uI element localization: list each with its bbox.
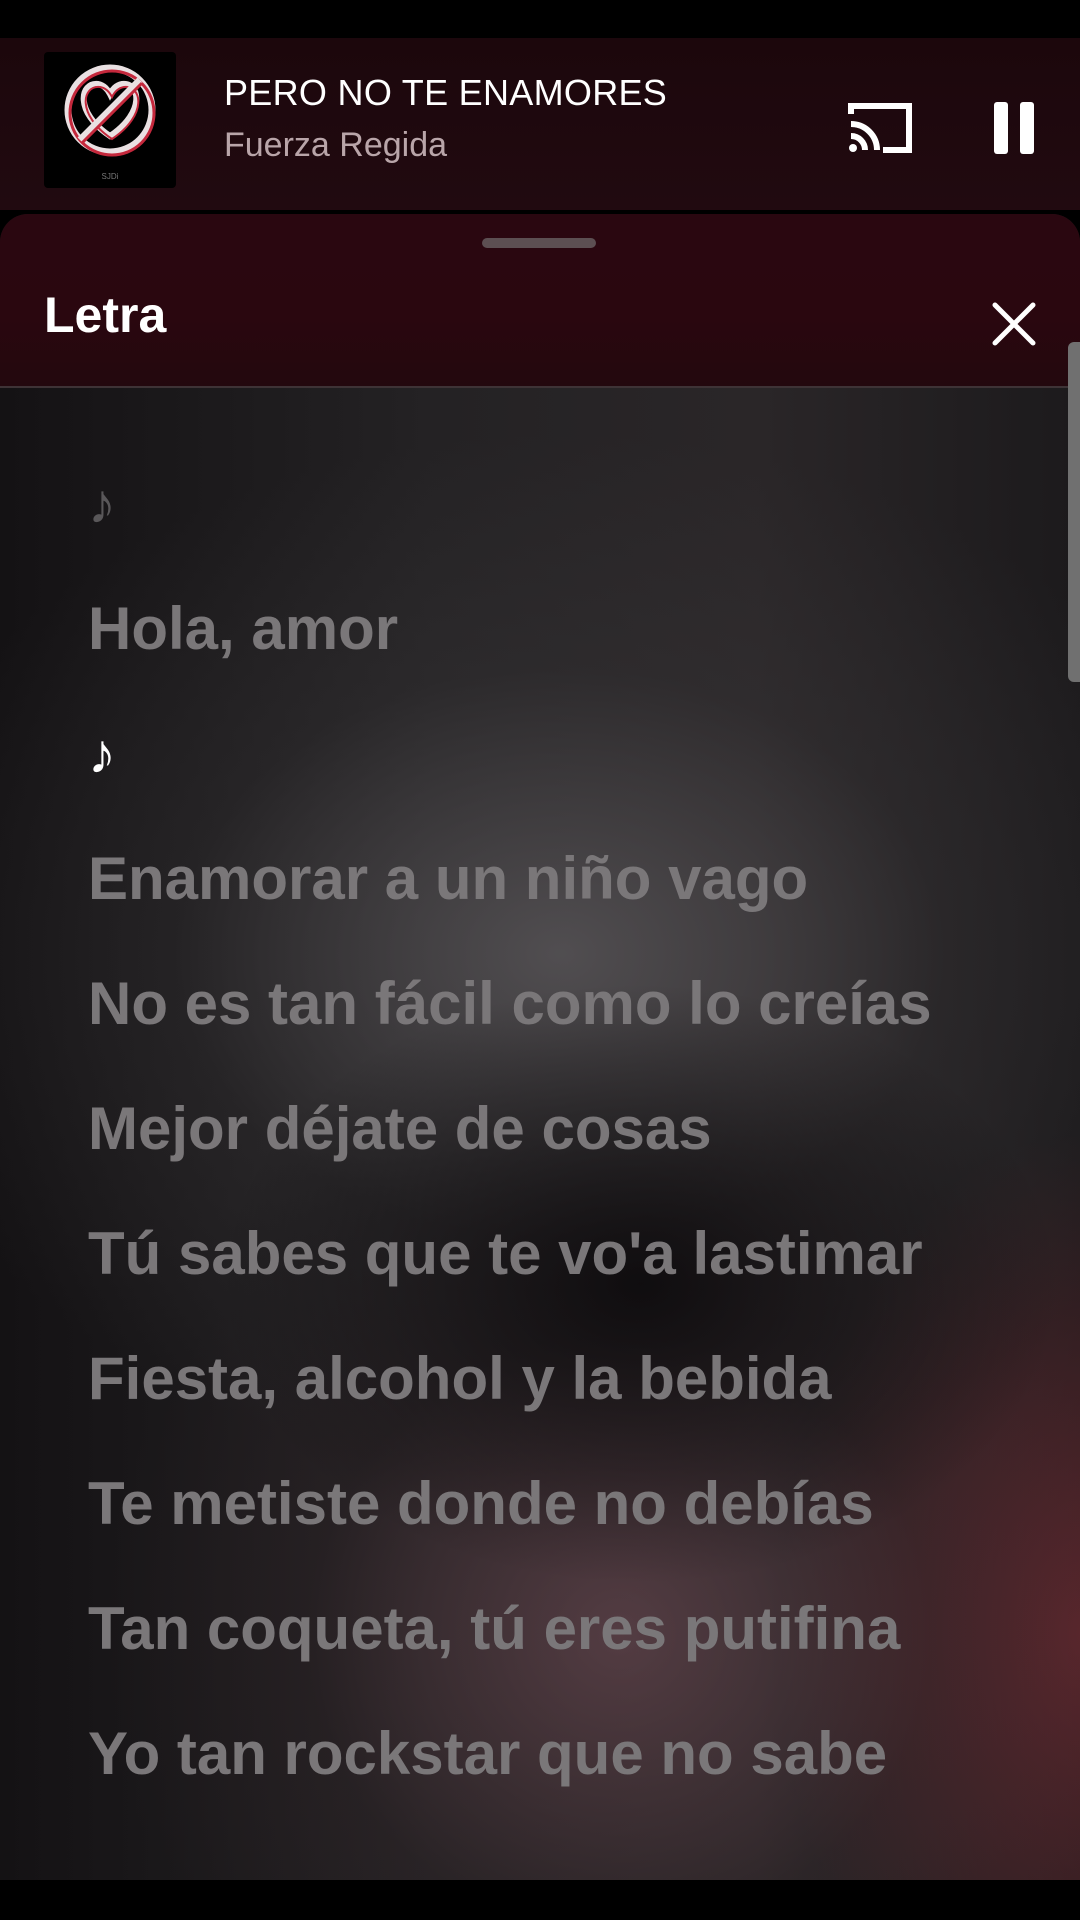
status-bar-area	[0, 0, 1080, 38]
lyrics-list[interactable]: ♪ Hola, amor ♪ Enamorar a un niño vago N…	[88, 464, 988, 1839]
pause-button[interactable]	[974, 88, 1054, 168]
lyric-line[interactable]: Tú sabes que te vo'a lastimar	[88, 1214, 988, 1294]
lyrics-sheet[interactable]: Letra ♪ Hola, amor ♪ Enamorar a un niño …	[0, 214, 1080, 1880]
lyric-line[interactable]: Tan coqueta, tú eres putifina	[88, 1589, 988, 1669]
lyric-line[interactable]: No es tan fácil como lo creías	[88, 964, 988, 1044]
lyric-line[interactable]: Te metiste donde no debías	[88, 1464, 988, 1544]
lyric-line[interactable]: Enamorar a un niño vago	[88, 839, 988, 919]
cast-button[interactable]	[840, 88, 920, 168]
lyric-line[interactable]: Yo tan rockstar que no sabe	[88, 1714, 988, 1794]
navigation-bar-area	[0, 1880, 1080, 1920]
pause-icon	[994, 102, 1034, 154]
lyrics-title: Letra	[44, 287, 167, 343]
close-button[interactable]	[982, 292, 1046, 356]
lyric-line[interactable]: Hola, amor	[88, 589, 988, 669]
lyric-line[interactable]: Mejor déjate de cosas	[88, 1089, 988, 1169]
lyrics-scrollbar[interactable]	[1068, 342, 1080, 682]
album-art-text: SJDi	[101, 172, 119, 181]
mini-player[interactable]: SJDi PERO NO TE ENAMORES Fuerza Regida	[0, 38, 1080, 210]
album-art[interactable]: SJDi	[44, 52, 176, 188]
track-title[interactable]: PERO NO TE ENAMORES	[224, 72, 667, 114]
lyric-line-current[interactable]: ♪	[88, 714, 988, 794]
lyrics-sheet-header: Letra	[0, 214, 1080, 388]
drag-handle[interactable]	[482, 238, 596, 248]
lyric-line[interactable]: Fiesta, alcohol y la bebida	[88, 1339, 988, 1419]
close-icon	[992, 302, 1036, 346]
cast-icon	[848, 103, 912, 153]
lyric-line[interactable]: ♪	[88, 464, 988, 544]
track-artist[interactable]: Fuerza Regida	[224, 126, 447, 165]
crossed-heart-icon	[64, 64, 156, 157]
